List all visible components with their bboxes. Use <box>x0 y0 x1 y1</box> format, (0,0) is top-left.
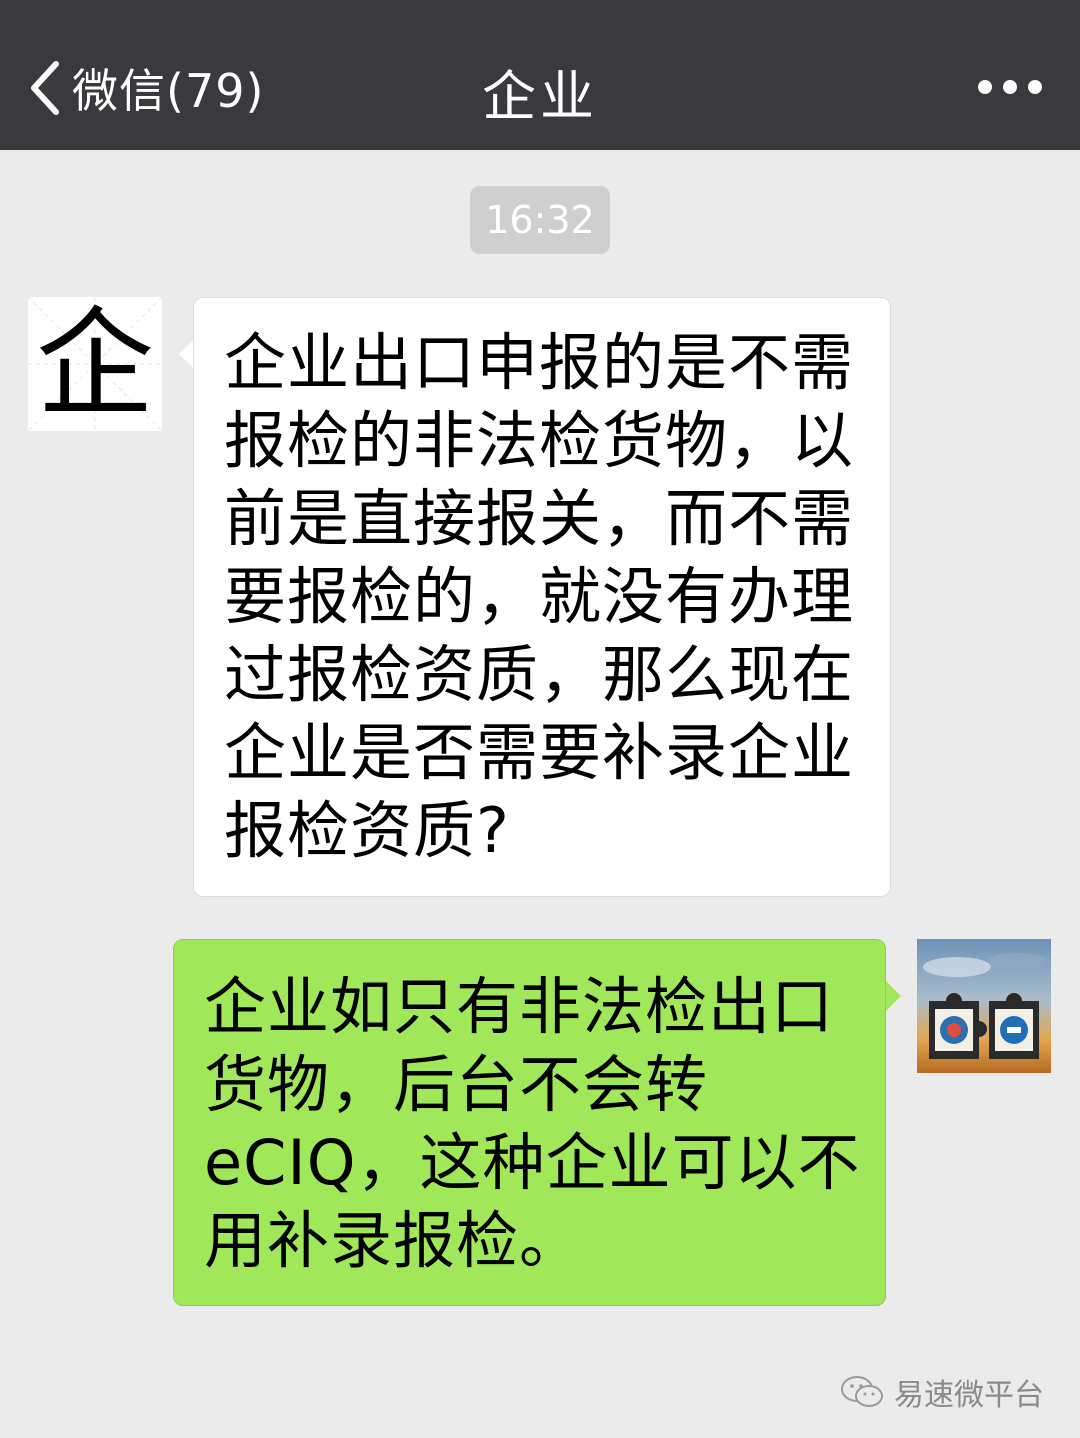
avatar-character: 企 <box>35 297 154 431</box>
more-dots-icon[interactable] <box>978 72 1042 102</box>
sent-message-bubble[interactable]: 企业如只有非法检出口 货物，后台不会转 eCIQ，这种企业可以不 用补录报检。 <box>173 939 886 1306</box>
watermark: 易速微平台 <box>840 1370 1044 1414</box>
my-avatar[interactable] <box>917 939 1051 1073</box>
message-timestamp: 16:32 <box>470 186 610 254</box>
puzzle-logo-avatar <box>917 939 1051 1073</box>
bubble-tail-right <box>885 980 901 1012</box>
chat-title: 企业 <box>482 65 598 128</box>
watermark-label: 易速微平台 <box>894 1378 1044 1413</box>
back-label: 微信(79) <box>72 64 265 118</box>
top-nav-bar: 微信(79) 企业 <box>0 0 1080 150</box>
back-button[interactable]: 微信(79) <box>26 50 264 126</box>
chevron-left-icon <box>31 61 59 115</box>
received-message-text: 企业出口申报的是不需 报检的非法检货物，以 前是直接报关，而不需 要报检的，就没… <box>224 326 855 867</box>
contact-avatar[interactable]: 企 <box>28 297 162 431</box>
sent-message-text: 企业如只有非法检出口 货物，后台不会转 eCIQ，这种企业可以不 用补录报检。 <box>204 970 861 1277</box>
received-message-bubble[interactable]: 企业出口申报的是不需 报检的非法检货物，以 前是直接报关，而不需 要报检的，就没… <box>193 297 891 897</box>
wechat-icon <box>841 1376 883 1407</box>
